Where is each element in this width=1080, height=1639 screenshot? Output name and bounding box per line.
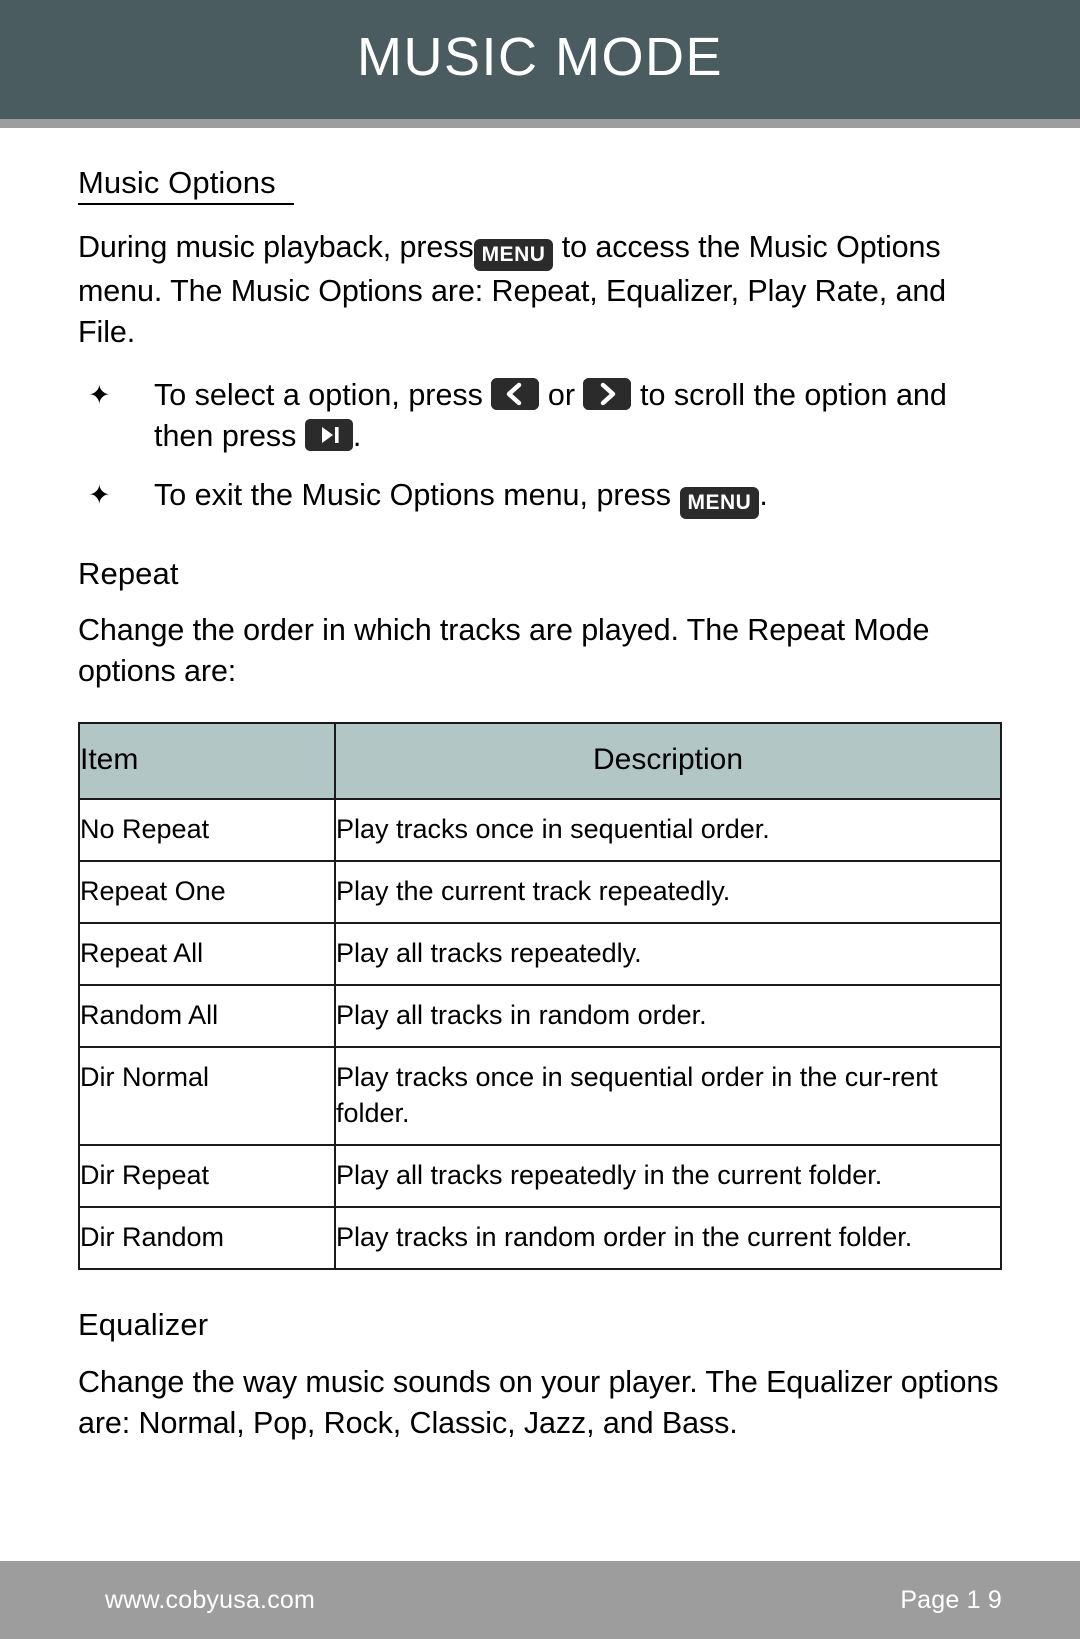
- play-pause-key-icon: [304, 419, 353, 452]
- column-header-description: Description: [334, 722, 1002, 801]
- cell-description: Play the current track repeatedly.: [334, 860, 1002, 925]
- cell-item: No Repeat: [78, 798, 336, 863]
- intro-text-before-key: During music playback, press: [78, 230, 474, 265]
- cell-item: Dir Normal: [78, 1046, 336, 1147]
- bullet-2-text-2: .: [759, 478, 768, 513]
- heading-music-options: Music Options: [78, 164, 294, 206]
- cell-description: Play all tracks repeatedly in the curren…: [334, 1144, 1002, 1209]
- section-music-options: Music Options During music playback, pre…: [78, 128, 1002, 520]
- paragraph-repeat-body: Change the order in which tracks are pla…: [78, 613, 930, 689]
- page-header-banner: MUSIC MODE: [0, 0, 1080, 119]
- bullet-2-text-1: To exit the Music Options menu, press: [154, 478, 672, 513]
- table-row: No Repeat Play tracks once in sequential…: [78, 798, 1002, 863]
- repeat-modes-table: Item Description No Repeat Play tracks o…: [78, 722, 1002, 1271]
- table-row: Repeat All Play all tracks repeatedly.: [78, 922, 1002, 987]
- footer-page-number: Page 1 9: [900, 1585, 1002, 1614]
- paragraph-equalizer-body: Change the way music sounds on your play…: [78, 1364, 999, 1440]
- bullet-1-text-1: To select a option, press: [154, 378, 483, 413]
- bullet-marker-icon: ✦: [88, 480, 111, 511]
- cell-description: Play tracks once in sequential order in …: [334, 1046, 1002, 1147]
- page-content: Music Options During music playback, pre…: [0, 128, 1080, 1444]
- cell-description: Play tracks once in sequential order.: [334, 798, 1002, 863]
- heading-equalizer: Equalizer: [78, 1307, 209, 1343]
- table-row: Dir Random Play tracks in random order i…: [78, 1206, 1002, 1271]
- cell-item: Dir Random: [78, 1206, 336, 1271]
- section-equalizer: Equalizer Change the way music sounds on…: [78, 1306, 1002, 1443]
- bullet-text-exit-menu: To exit the Music Options menu, press ME…: [154, 475, 1002, 520]
- menu-key-icon: MENU: [679, 487, 760, 520]
- header-divider-rule: [0, 119, 1080, 128]
- cell-description: Play all tracks in random order.: [334, 984, 1002, 1049]
- cell-item: Repeat One: [78, 860, 336, 925]
- column-header-item: Item: [78, 722, 336, 801]
- menu-key-icon: MENU: [473, 239, 554, 272]
- cell-description: Play tracks in random order in the curre…: [334, 1206, 1002, 1271]
- table-row: Random All Play all tracks in random ord…: [78, 984, 1002, 1049]
- cell-item: Repeat All: [78, 922, 336, 987]
- section-repeat: Repeat Change the order in which tracks …: [78, 555, 1002, 1271]
- table-body: No Repeat Play tracks once in sequential…: [78, 798, 1002, 1271]
- music-options-bullet-list: ✦ To select a option, press or to scroll…: [78, 375, 1002, 520]
- left-arrow-key-icon: [491, 378, 540, 411]
- bullet-text-select-option: To select a option, press or to scroll t…: [154, 375, 1002, 457]
- bullet-1-text-3: .: [352, 419, 362, 454]
- list-item: ✦ To select a option, press or to scroll…: [78, 375, 1002, 457]
- table-header-row: Item Description: [78, 722, 1002, 801]
- table-header: Item Description: [78, 722, 1002, 801]
- right-arrow-key-icon: [583, 378, 632, 411]
- paragraph-music-options-intro: During music playback, press MENU to acce…: [78, 227, 1002, 353]
- cell-description: Play all tracks repeatedly.: [334, 922, 1002, 987]
- table-row: Repeat One Play the current track repeat…: [78, 860, 1002, 925]
- cell-item: Random All: [78, 984, 336, 1049]
- cell-item: Dir Repeat: [78, 1144, 336, 1209]
- page-title: MUSIC MODE: [357, 26, 723, 87]
- heading-repeat: Repeat: [78, 556, 179, 592]
- bullet-marker-icon: ✦: [88, 380, 111, 411]
- table-row: Dir Repeat Play all tracks repeatedly in…: [78, 1144, 1002, 1209]
- bullet-1-conjunction: or: [547, 378, 575, 413]
- page-footer: www.cobyusa.com Page 1 9: [0, 1561, 1080, 1639]
- footer-website-url: www.cobyusa.com: [105, 1585, 316, 1614]
- table-row: Dir Normal Play tracks once in sequentia…: [78, 1046, 1002, 1147]
- list-item: ✦ To exit the Music Options menu, press …: [78, 475, 1002, 520]
